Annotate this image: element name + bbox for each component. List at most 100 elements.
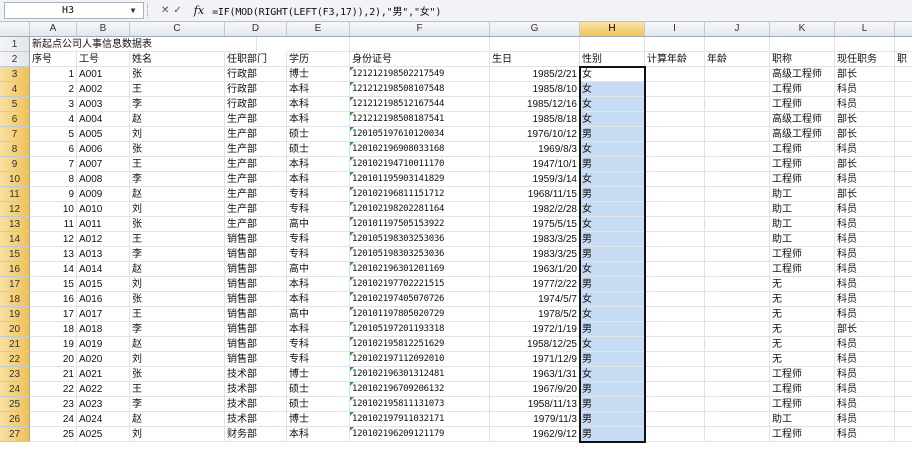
job-title-cell[interactable]: 助工 bbox=[770, 217, 835, 232]
department-cell[interactable]: 销售部 bbox=[225, 307, 287, 322]
row-header[interactable]: 21 bbox=[0, 337, 30, 352]
calc-age-cell[interactable] bbox=[645, 232, 705, 247]
age-cell[interactable] bbox=[705, 142, 770, 157]
name-cell[interactable]: 刘 bbox=[130, 202, 225, 217]
job-title-cell[interactable]: 高级工程师 bbox=[770, 67, 835, 82]
seq-cell[interactable]: 24 bbox=[30, 412, 77, 427]
id-number-cell[interactable]: 120102195812251629 bbox=[350, 337, 490, 352]
column-header-j[interactable]: J bbox=[705, 22, 770, 36]
seq-cell[interactable]: 2 bbox=[30, 82, 77, 97]
department-cell[interactable]: 技术部 bbox=[225, 412, 287, 427]
education-cell[interactable]: 硕士 bbox=[287, 142, 350, 157]
age-cell[interactable] bbox=[705, 157, 770, 172]
row-header[interactable]: 6 bbox=[0, 112, 30, 127]
birthday-cell[interactable]: 1967/9/20 bbox=[490, 382, 580, 397]
name-cell[interactable]: 张 bbox=[130, 67, 225, 82]
gender-cell[interactable]: 男 bbox=[580, 427, 645, 442]
job-title-cell[interactable]: 无 bbox=[770, 292, 835, 307]
calc-age-cell[interactable] bbox=[645, 397, 705, 412]
seq-cell[interactable]: 11 bbox=[30, 217, 77, 232]
column-header-h[interactable]: H bbox=[580, 22, 645, 36]
header-cell[interactable]: 计算年龄 bbox=[645, 52, 705, 67]
id-number-cell[interactable]: 121212198508187541 bbox=[350, 112, 490, 127]
gender-cell[interactable]: 女 bbox=[580, 172, 645, 187]
gender-cell[interactable]: 女 bbox=[580, 82, 645, 97]
age-cell[interactable] bbox=[705, 172, 770, 187]
gender-cell[interactable]: 男 bbox=[580, 382, 645, 397]
cell[interactable] bbox=[895, 322, 912, 337]
calc-age-cell[interactable] bbox=[645, 322, 705, 337]
education-cell[interactable]: 专科 bbox=[287, 247, 350, 262]
department-cell[interactable]: 生产部 bbox=[225, 202, 287, 217]
birthday-cell[interactable]: 1985/2/21 bbox=[490, 67, 580, 82]
gender-cell[interactable]: 男 bbox=[580, 277, 645, 292]
job-title-cell[interactable]: 无 bbox=[770, 307, 835, 322]
row-header[interactable]: 14 bbox=[0, 232, 30, 247]
education-cell[interactable]: 博士 bbox=[287, 412, 350, 427]
birthday-cell[interactable]: 1963/1/31 bbox=[490, 367, 580, 382]
name-cell[interactable]: 刘 bbox=[130, 352, 225, 367]
employee-id-cell[interactable]: A009 bbox=[77, 187, 130, 202]
education-cell[interactable]: 硕士 bbox=[287, 127, 350, 142]
position-cell[interactable]: 部长 bbox=[835, 67, 895, 82]
cell[interactable] bbox=[895, 307, 912, 322]
position-cell[interactable]: 部长 bbox=[835, 187, 895, 202]
gender-cell[interactable]: 女 bbox=[580, 217, 645, 232]
calc-age-cell[interactable] bbox=[645, 367, 705, 382]
age-cell[interactable] bbox=[705, 97, 770, 112]
id-number-cell[interactable]: 120102197702221515 bbox=[350, 277, 490, 292]
seq-cell[interactable]: 21 bbox=[30, 367, 77, 382]
name-cell[interactable]: 王 bbox=[130, 157, 225, 172]
cell[interactable] bbox=[895, 397, 912, 412]
education-cell[interactable]: 本科 bbox=[287, 322, 350, 337]
id-number-cell[interactable]: 120102196301312481 bbox=[350, 367, 490, 382]
row-header[interactable]: 4 bbox=[0, 82, 30, 97]
name-cell[interactable]: 赵 bbox=[130, 412, 225, 427]
employee-id-cell[interactable]: A012 bbox=[77, 232, 130, 247]
position-cell[interactable]: 科员 bbox=[835, 412, 895, 427]
header-cell[interactable]: 身份证号 bbox=[350, 52, 490, 67]
name-cell[interactable]: 王 bbox=[130, 307, 225, 322]
position-cell[interactable]: 科员 bbox=[835, 337, 895, 352]
column-header-k[interactable]: K bbox=[770, 22, 835, 36]
birthday-cell[interactable]: 1985/12/16 bbox=[490, 97, 580, 112]
birthday-cell[interactable]: 1983/3/25 bbox=[490, 232, 580, 247]
position-cell[interactable]: 科员 bbox=[835, 262, 895, 277]
birthday-cell[interactable]: 1977/2/22 bbox=[490, 277, 580, 292]
calc-age-cell[interactable] bbox=[645, 67, 705, 82]
position-cell[interactable]: 科员 bbox=[835, 82, 895, 97]
job-title-cell[interactable]: 工程师 bbox=[770, 172, 835, 187]
header-cell[interactable]: 姓名 bbox=[130, 52, 225, 67]
select-all-corner[interactable] bbox=[0, 22, 30, 36]
birthday-cell[interactable]: 1971/12/9 bbox=[490, 352, 580, 367]
birthday-cell[interactable]: 1963/1/20 bbox=[490, 262, 580, 277]
age-cell[interactable] bbox=[705, 67, 770, 82]
employee-id-cell[interactable]: A006 bbox=[77, 142, 130, 157]
seq-cell[interactable]: 8 bbox=[30, 172, 77, 187]
gender-cell[interactable]: 男 bbox=[580, 352, 645, 367]
calc-age-cell[interactable] bbox=[645, 247, 705, 262]
employee-id-cell[interactable]: A019 bbox=[77, 337, 130, 352]
employee-id-cell[interactable]: A013 bbox=[77, 247, 130, 262]
id-number-cell[interactable]: 120102197911032171 bbox=[350, 412, 490, 427]
education-cell[interactable]: 专科 bbox=[287, 337, 350, 352]
sheet-title-cell[interactable]: 新起点公司人事信息数据表 bbox=[30, 37, 257, 52]
birthday-cell[interactable]: 1958/11/13 bbox=[490, 397, 580, 412]
employee-id-cell[interactable]: A017 bbox=[77, 307, 130, 322]
employee-id-cell[interactable]: A001 bbox=[77, 67, 130, 82]
job-title-cell[interactable]: 高级工程师 bbox=[770, 112, 835, 127]
row-header[interactable]: 10 bbox=[0, 172, 30, 187]
cell[interactable] bbox=[895, 262, 912, 277]
job-title-cell[interactable]: 工程师 bbox=[770, 397, 835, 412]
seq-cell[interactable]: 20 bbox=[30, 352, 77, 367]
birthday-cell[interactable]: 1976/10/12 bbox=[490, 127, 580, 142]
id-number-cell[interactable]: 120101197505153922 bbox=[350, 217, 490, 232]
row-header[interactable]: 5 bbox=[0, 97, 30, 112]
id-number-cell[interactable]: 120102196709206132 bbox=[350, 382, 490, 397]
position-cell[interactable]: 科员 bbox=[835, 172, 895, 187]
birthday-cell[interactable]: 1969/8/3 bbox=[490, 142, 580, 157]
gender-cell[interactable]: 女 bbox=[580, 307, 645, 322]
row-header[interactable]: 12 bbox=[0, 202, 30, 217]
age-cell[interactable] bbox=[705, 112, 770, 127]
row-header[interactable]: 25 bbox=[0, 397, 30, 412]
